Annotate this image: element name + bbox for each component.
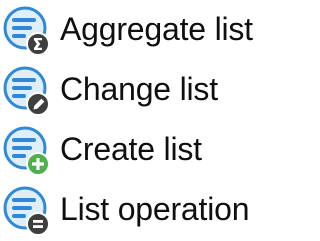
menu-item-create-list[interactable]: Create list <box>0 120 308 180</box>
list-operation-icon <box>0 180 60 240</box>
aggregate-list-icon <box>0 0 60 60</box>
menu-item-label: Change list <box>60 71 218 107</box>
menu-item-change-list[interactable]: Change list <box>0 60 308 120</box>
menu-item-label: Create list <box>60 131 202 167</box>
menu-item-aggregate-list[interactable]: Aggregate list <box>0 0 308 60</box>
create-list-icon <box>0 120 60 180</box>
menu-item-label: Aggregate list <box>60 11 253 47</box>
change-list-icon <box>0 60 60 120</box>
list-actions-menu: Aggregate list Change list Create list L… <box>0 0 308 241</box>
menu-item-list-operation[interactable]: List operation <box>0 180 308 240</box>
menu-item-label: List operation <box>60 191 250 227</box>
